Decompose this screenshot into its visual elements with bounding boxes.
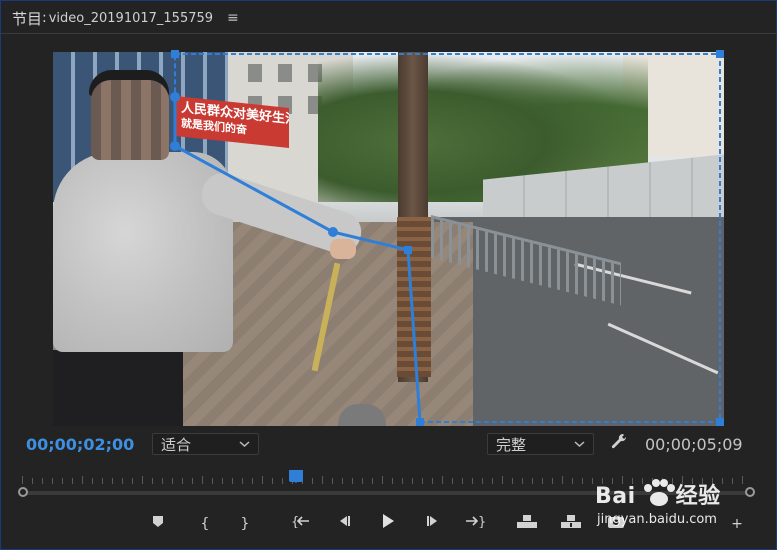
ruler-tick <box>522 478 523 484</box>
mark-out-button[interactable]: } <box>233 513 257 535</box>
zoom-handle-left[interactable] <box>18 487 28 497</box>
playback-resolution-dropdown[interactable]: 完整 <box>487 433 594 455</box>
ruler-tick <box>482 478 483 484</box>
sequence-name[interactable]: video_20191017_155759 <box>49 11 213 26</box>
ruler-tick <box>202 476 203 484</box>
ruler-tick <box>82 476 83 484</box>
step-back-button[interactable] <box>332 513 356 535</box>
lift-button[interactable] <box>515 513 539 535</box>
ruler-tick <box>42 478 43 484</box>
zoom-level-value: 适合 <box>161 435 192 454</box>
ruler-tick <box>52 478 53 484</box>
ruler-tick <box>322 476 323 484</box>
zoom-handle-right[interactable] <box>745 487 755 497</box>
ruler-tick <box>332 478 333 484</box>
ruler-tick <box>402 478 403 484</box>
paw-logo-icon <box>644 479 675 506</box>
ruler-tick <box>112 478 113 484</box>
current-timecode[interactable]: 00;00;02;00 <box>26 435 134 454</box>
add-marker-button[interactable] <box>146 513 170 535</box>
ruler-tick <box>62 478 63 484</box>
playback-resolution-value: 完整 <box>496 435 527 454</box>
zoom-level-dropdown[interactable]: 适合 <box>152 433 259 455</box>
chevron-down-icon <box>574 437 585 454</box>
duration-timecode: 00;00;05;09 <box>645 435 743 454</box>
ruler-tick <box>512 478 513 484</box>
panel-menu-icon[interactable]: ≡ <box>227 10 239 26</box>
ruler-tick <box>92 478 93 484</box>
step-forward-button[interactable] <box>421 513 445 535</box>
ruler-tick <box>532 478 533 484</box>
playhead[interactable] <box>289 470 303 483</box>
ruler-tick <box>222 478 223 484</box>
video-preview[interactable]: 人民群众对美好生活的向 就是我们的奋 治乱 <box>53 52 724 426</box>
svg-text:}: } <box>478 515 485 528</box>
ruler-tick <box>392 478 393 484</box>
ruler-tick <box>352 478 353 484</box>
ruler-tick <box>182 478 183 484</box>
ruler-tick <box>212 478 213 484</box>
go-to-in-button[interactable]: { <box>289 513 313 535</box>
program-monitor-header: 节目 : video_20191017_155759 ≡ <box>12 6 239 30</box>
ruler-tick <box>372 478 373 484</box>
ruler-tick <box>272 478 273 484</box>
ruler-tick <box>282 478 283 484</box>
play-button[interactable] <box>376 513 400 535</box>
go-to-out-button[interactable]: } <box>463 513 487 535</box>
ruler-tick <box>312 478 313 484</box>
ruler-tick <box>382 476 383 484</box>
person-pants <box>53 350 183 426</box>
ruler-tick <box>262 476 263 484</box>
ruler-tick <box>132 478 133 484</box>
ruler-tick <box>142 476 143 484</box>
ruler-tick <box>162 478 163 484</box>
ruler-tick <box>122 478 123 484</box>
ruler-tick <box>492 478 493 484</box>
ruler-tick <box>452 478 453 484</box>
ruler-tick <box>432 478 433 484</box>
ruler-tick <box>422 478 423 484</box>
tree-trunk-wrap <box>397 217 431 377</box>
chevron-down-icon <box>239 437 250 454</box>
wrench-icon[interactable] <box>608 432 630 454</box>
person-hand <box>330 239 356 259</box>
ruler-tick <box>342 478 343 484</box>
title-separator: : <box>42 10 47 26</box>
ruler-tick <box>592 478 593 484</box>
watermark-url: jingyan.baidu.com <box>597 512 717 527</box>
ruler-tick <box>32 478 33 484</box>
ruler-tick <box>542 478 543 484</box>
ruler-tick <box>582 478 583 484</box>
blurred-face <box>91 80 169 160</box>
ruler-tick <box>232 478 233 484</box>
ruler-tick <box>252 478 253 484</box>
ruler-tick <box>72 478 73 484</box>
baidu-jingyan-watermark: Bai 经验 jingyan.baidu.com <box>595 470 745 540</box>
ruler-tick <box>442 476 443 484</box>
extract-button[interactable] <box>559 513 583 535</box>
ruler-tick <box>502 476 503 484</box>
ruler-tick <box>362 478 363 484</box>
ruler-tick <box>22 476 23 484</box>
ruler-tick <box>472 478 473 484</box>
ruler-tick <box>412 478 413 484</box>
ruler-tick <box>562 476 563 484</box>
ruler-tick <box>572 478 573 484</box>
header-divider <box>0 33 777 34</box>
panel-title[interactable]: 节目 <box>12 8 42 29</box>
ruler-tick <box>152 478 153 484</box>
ruler-tick <box>552 478 553 484</box>
ruler-tick <box>172 478 173 484</box>
ruler-tick <box>192 478 193 484</box>
ruler-tick <box>242 478 243 484</box>
mark-in-button[interactable]: { <box>193 513 217 535</box>
ruler-tick <box>102 478 103 484</box>
ruler-tick <box>462 478 463 484</box>
